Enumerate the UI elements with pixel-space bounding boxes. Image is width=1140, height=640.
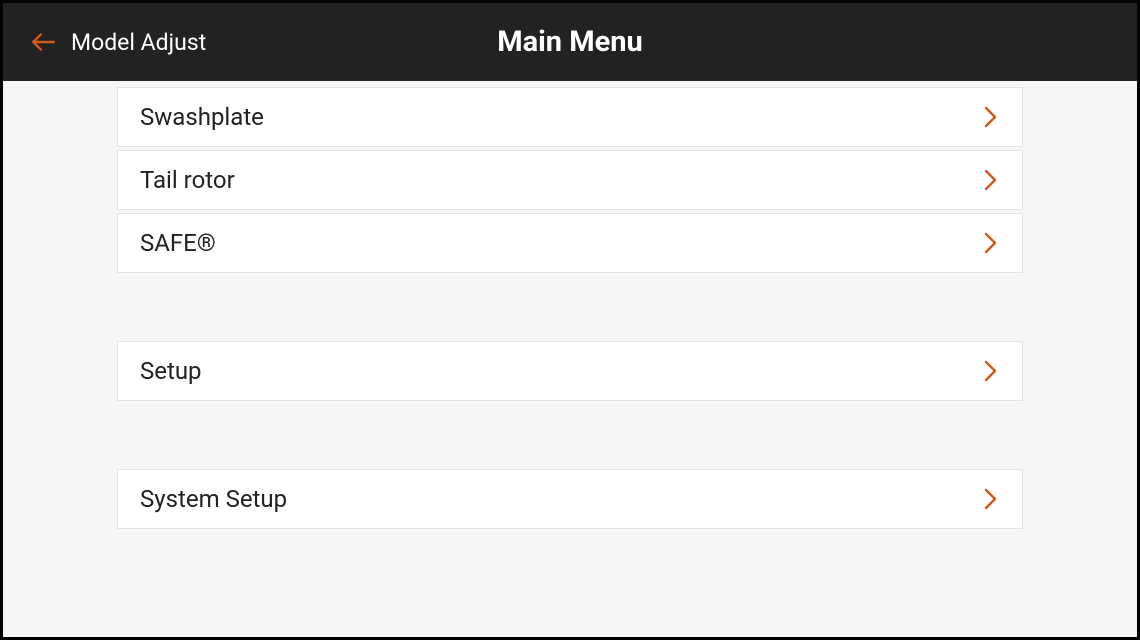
back-button[interactable]: Model Adjust [29,28,206,56]
back-arrow-icon [29,28,57,56]
menu-item-swashplate[interactable]: Swashplate [117,87,1023,147]
menu-item-label: Swashplate [140,103,264,131]
chevron-right-icon [982,362,1000,380]
back-label: Model Adjust [71,29,206,56]
menu-group-2: Setup [117,341,1023,401]
menu-group-3: System Setup [117,469,1023,529]
menu-item-label: SAFE® [140,229,216,257]
content-area: Swashplate Tail rotor SAFE® [3,81,1137,637]
header-bar: Model Adjust Main Menu [3,3,1137,81]
menu-item-label: Tail rotor [140,166,235,194]
menu-item-setup[interactable]: Setup [117,341,1023,401]
menu-item-tail-rotor[interactable]: Tail rotor [117,150,1023,210]
page-title: Main Menu [497,25,643,59]
chevron-right-icon [982,171,1000,189]
menu-item-safe[interactable]: SAFE® [117,213,1023,273]
menu-group-1: Swashplate Tail rotor SAFE® [117,87,1023,273]
menu-item-system-setup[interactable]: System Setup [117,469,1023,529]
chevron-right-icon [982,234,1000,252]
menu-item-label: System Setup [140,485,287,513]
chevron-right-icon [982,490,1000,508]
chevron-right-icon [982,108,1000,126]
menu-item-label: Setup [140,357,202,385]
